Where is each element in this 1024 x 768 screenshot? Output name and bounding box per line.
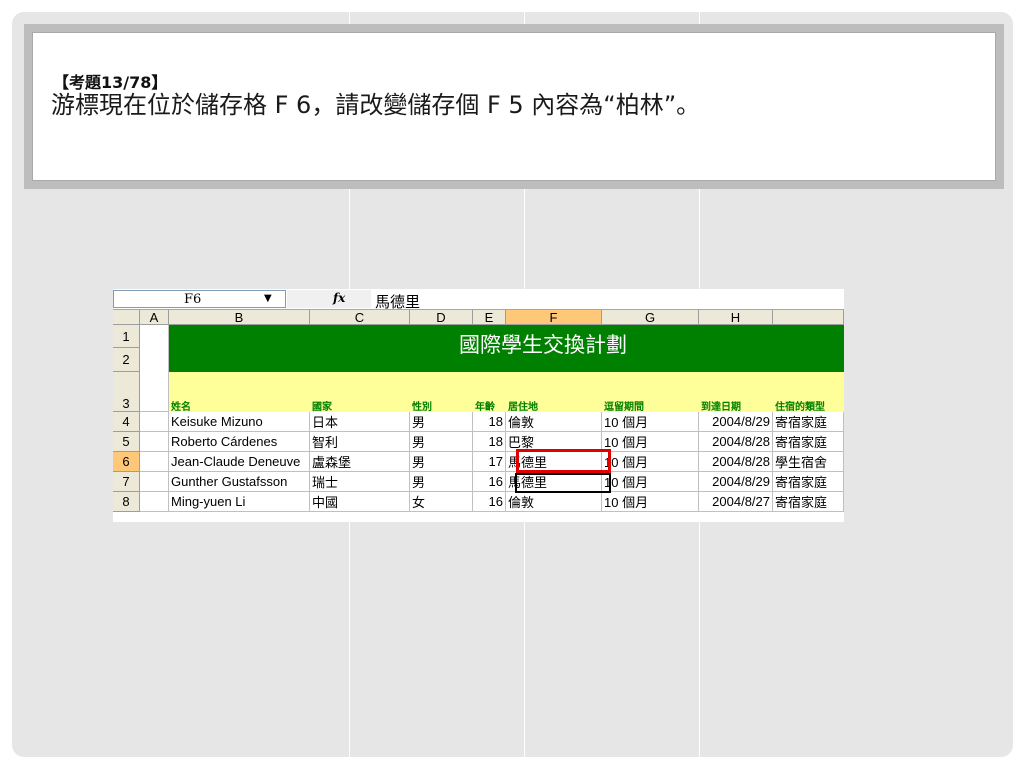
formula-input[interactable]: 馬德里 [375, 291, 420, 312]
cell-residence[interactable]: 倫敦 [506, 412, 602, 432]
row-header-1[interactable]: 1 [113, 325, 140, 348]
cell[interactable] [140, 432, 169, 452]
row-header-7[interactable]: 7 [113, 472, 140, 492]
cell-country[interactable]: 智利 [310, 432, 410, 452]
cell-housing[interactable]: 寄宿家庭 [773, 492, 844, 512]
cell-housing[interactable]: 寄宿家庭 [773, 412, 844, 432]
fx-area: fx [287, 290, 371, 308]
slide-background: 【考題13/78】 游標現在位於儲存格 F 6，請改變儲存個 F 5 內容為“柏… [12, 12, 1013, 757]
cell-housing[interactable]: 寄宿家庭 [773, 432, 844, 452]
cell-stay[interactable]: 10 個月 [602, 492, 699, 512]
column-header-a[interactable]: A [140, 310, 169, 325]
column-header-h[interactable]: H [699, 310, 773, 325]
spreadsheet-screenshot: F6 ▼ fx 馬德里 A B C D E F G H 1 2 3 國際學生交換… [113, 289, 844, 522]
cell-arrival[interactable]: 2004/8/29 [699, 472, 773, 492]
name-box[interactable]: F6 ▼ [113, 290, 286, 308]
cell[interactable] [140, 472, 169, 492]
cell-gender[interactable]: 女 [410, 492, 473, 512]
cell-stay[interactable]: 10 個月 [602, 452, 699, 472]
cell-country[interactable]: 盧森堡 [310, 452, 410, 472]
cell-housing[interactable]: 學生宿舍 [773, 452, 844, 472]
column-header-g[interactable]: G [602, 310, 699, 325]
table-row: 4 Keisuke Mizuno 日本 男 18 倫敦 10 個月 2004/8… [113, 412, 844, 432]
cell-age[interactable]: 17 [473, 452, 506, 472]
cell-stay[interactable]: 10 個月 [602, 472, 699, 492]
table-row: 6 Jean-Claude Deneuve 盧森堡 男 17 馬德里 10 個月… [113, 452, 844, 472]
question-box: 【考題13/78】 游標現在位於儲存格 F 6，請改變儲存個 F 5 內容為“柏… [24, 24, 1004, 189]
active-cell-cursor [515, 473, 611, 493]
cell-gender[interactable]: 男 [410, 452, 473, 472]
cell-gender[interactable]: 男 [410, 412, 473, 432]
table-row: 8 Ming-yuen Li 中國 女 16 倫敦 10 個月 2004/8/2… [113, 492, 844, 512]
row-header-2[interactable]: 2 [113, 348, 140, 372]
column-header-f[interactable]: F [506, 310, 602, 325]
table-row: 7 Gunther Gustafsson 瑞士 男 16 馬德里 10 個月 2… [113, 472, 844, 492]
header-stay-period: 逗留期間 [604, 402, 644, 413]
header-residence: 居住地 [508, 402, 538, 413]
function-icon[interactable]: fx [333, 291, 345, 305]
cell-age[interactable]: 18 [473, 412, 506, 432]
cell-country[interactable]: 日本 [310, 412, 410, 432]
cell-arrival[interactable]: 2004/8/27 [699, 492, 773, 512]
cell-gender[interactable]: 男 [410, 472, 473, 492]
cell-gender[interactable]: 男 [410, 432, 473, 452]
question-text: 游標現在位於儲存格 F 6，請改變儲存個 F 5 內容為“柏林”。 [51, 91, 701, 119]
target-cell-highlight [516, 449, 611, 473]
formula-bar: F6 ▼ fx 馬德里 [113, 289, 844, 312]
header-arrival-date: 到達日期 [701, 402, 741, 413]
cell-stay[interactable]: 10 個月 [602, 432, 699, 452]
row-header-8[interactable]: 8 [113, 492, 140, 512]
cell-country[interactable]: 瑞士 [310, 472, 410, 492]
cell-age[interactable]: 16 [473, 492, 506, 512]
cell-stay[interactable]: 10 個月 [602, 412, 699, 432]
header-name: 姓名 [171, 402, 191, 413]
row-header-4[interactable]: 4 [113, 412, 140, 432]
sheet-title: 國際學生交換計劃 [459, 333, 627, 357]
row-header-6[interactable]: 6 [113, 452, 140, 472]
select-all-corner[interactable] [113, 310, 140, 325]
name-box-value: F6 [184, 292, 202, 307]
cell-country[interactable]: 中國 [310, 492, 410, 512]
cell[interactable] [140, 452, 169, 472]
header-band[interactable] [169, 372, 844, 412]
column-header-i[interactable] [773, 310, 844, 325]
column-header-row: A B C D E F G H [113, 310, 844, 325]
cell-age[interactable]: 16 [473, 472, 506, 492]
cell-name[interactable]: Gunther Gustafsson [169, 472, 310, 492]
header-age: 年齡 [475, 402, 495, 413]
cell-name[interactable]: Jean-Claude Deneuve [169, 452, 310, 472]
header-gender: 性別 [412, 402, 432, 413]
cell-name[interactable]: Roberto Cárdenes [169, 432, 310, 452]
title-band[interactable]: 國際學生交換計劃 [169, 325, 844, 372]
column-header-b[interactable]: B [169, 310, 310, 325]
cell-residence[interactable]: 倫敦 [506, 492, 602, 512]
column-header-d[interactable]: D [410, 310, 473, 325]
cell-name[interactable]: Ming-yuen Li [169, 492, 310, 512]
header-housing-type: 住宿的類型 [775, 402, 825, 413]
row-header-5[interactable]: 5 [113, 432, 140, 452]
cell-arrival[interactable]: 2004/8/28 [699, 432, 773, 452]
chevron-down-icon[interactable]: ▼ [264, 293, 272, 304]
header-country: 國家 [312, 402, 332, 413]
column-header-e[interactable]: E [473, 310, 506, 325]
row-header-3[interactable]: 3 [113, 372, 140, 412]
cell-arrival[interactable]: 2004/8/28 [699, 452, 773, 472]
cell-age[interactable]: 18 [473, 432, 506, 452]
cell-arrival[interactable]: 2004/8/29 [699, 412, 773, 432]
cell-a1-a3[interactable] [140, 325, 169, 412]
column-header-c[interactable]: C [310, 310, 410, 325]
cell-housing[interactable]: 寄宿家庭 [773, 472, 844, 492]
table-row: 5 Roberto Cárdenes 智利 男 18 巴黎 10 個月 2004… [113, 432, 844, 452]
cell[interactable] [140, 412, 169, 432]
cell-name[interactable]: Keisuke Mizuno [169, 412, 310, 432]
cell[interactable] [140, 492, 169, 512]
